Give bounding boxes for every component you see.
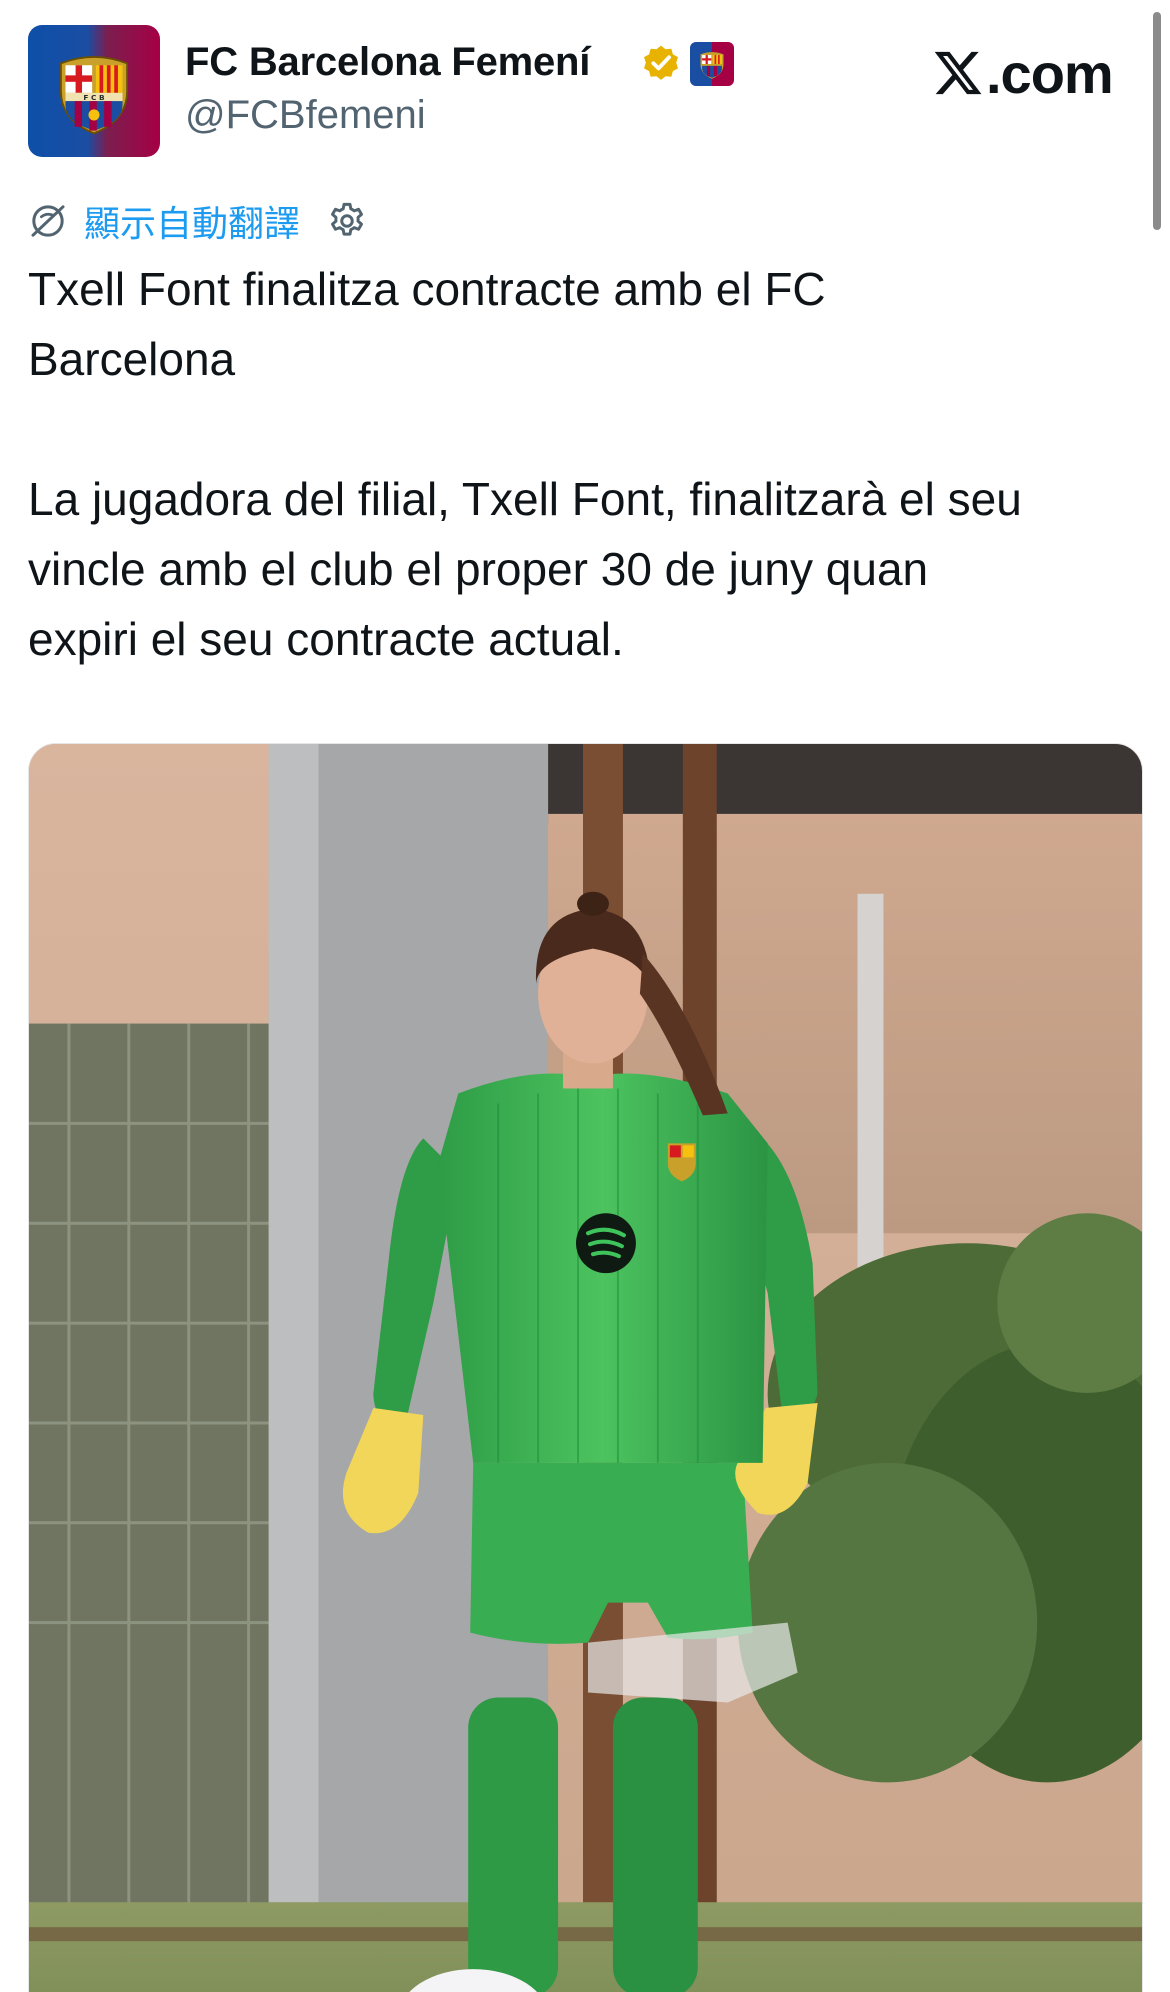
account-display-name[interactable]: FC Barcelona Femení xyxy=(185,40,590,85)
globe-icon xyxy=(31,205,65,237)
tweet-text: Txell Font finalitza contracte amb el FC… xyxy=(28,254,1138,674)
gear-icon[interactable] xyxy=(326,200,368,242)
tweet-body: La jugadora del filial, Txell Font, fina… xyxy=(28,473,1022,665)
auto-translate-row: 顯示自動翻譯 xyxy=(28,196,368,246)
x-com-logo: .com xyxy=(932,40,1114,106)
tweet-photo[interactable] xyxy=(28,743,1143,1992)
x-logo-icon xyxy=(934,51,982,95)
scrollbar[interactable] xyxy=(1153,12,1161,230)
goalkeeper-photo xyxy=(29,744,1142,1992)
fc-barcelona-crest-icon: F C B xyxy=(59,56,129,135)
show-auto-translate-link[interactable]: 顯示自動翻譯 xyxy=(84,195,300,247)
x-com-suffix: .com xyxy=(986,41,1114,105)
account-handle[interactable]: @FCBfemeni xyxy=(185,93,426,138)
svg-text:F C B: F C B xyxy=(83,93,105,102)
verified-badge-icon[interactable] xyxy=(640,43,682,85)
account-avatar[interactable]: F C B xyxy=(28,25,160,157)
tweet-headline: Txell Font finalitza contracte amb el FC… xyxy=(28,263,826,385)
fc-barcelona-crest-emoji-icon xyxy=(690,42,734,86)
